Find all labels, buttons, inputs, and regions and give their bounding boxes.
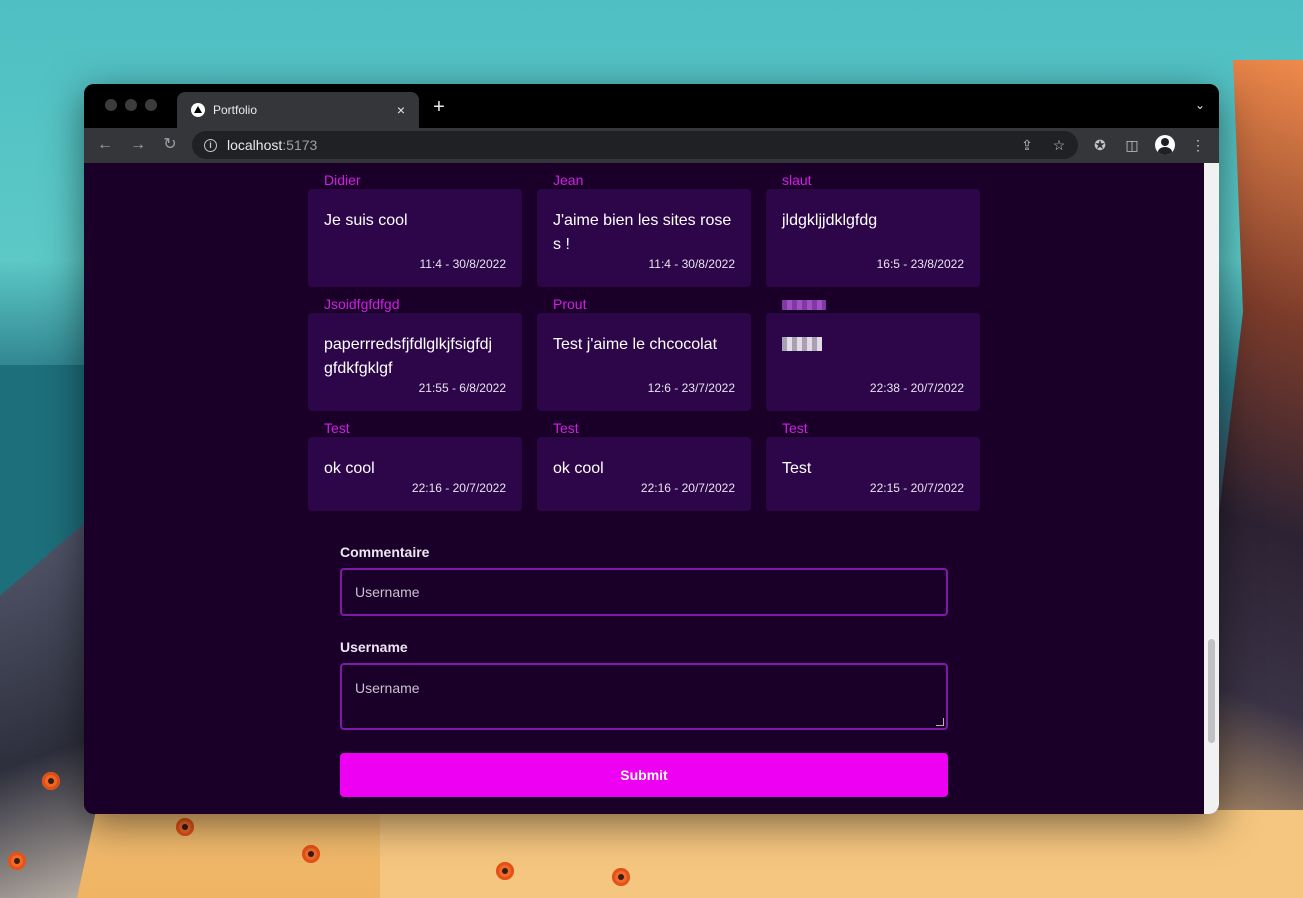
wallpaper-sand [380, 810, 1303, 898]
comment-card-box [537, 313, 751, 411]
tab-title: Portfolio [213, 103, 258, 117]
comment-card: Prout Test j'aime le chcocolat 12:6 - 23… [537, 296, 751, 411]
comment-text: ok cool [324, 460, 375, 477]
comment-time: 21:55 - 6/8/2022 [418, 381, 506, 395]
flower-icon [8, 852, 26, 870]
comment-author: Jean [553, 172, 584, 188]
comment-time: 22:38 - 20/7/2022 [869, 381, 964, 395]
username-placeholder: Username [355, 680, 420, 696]
comment-author: Jsoidfgfdfgd [324, 296, 400, 312]
side-panel-icon[interactable]: ◫ [1123, 136, 1141, 154]
comment-card: 22:38 - 20/7/2022 [766, 300, 980, 411]
flower-icon [496, 862, 514, 880]
username-textarea[interactable]: Username [340, 663, 948, 730]
flower-icon [42, 772, 60, 790]
window-minimize-dot[interactable] [125, 99, 137, 111]
chevron-down-icon[interactable]: ⌄ [1195, 98, 1205, 112]
browser-window: Portfolio × + ⌄ ← → ↻ i localhost :5173 … [84, 84, 1219, 814]
comment-card: Jean J'aime bien les sites rose s ! 11:4… [537, 172, 751, 287]
comment-text: jldgkljjdklgfdg [782, 212, 878, 229]
comment-card: Jsoidfgfdfgd paperrredsfjfdlglkjfsigfdj … [308, 296, 522, 411]
menu-kebab-icon[interactable]: ⋮ [1189, 136, 1207, 154]
flower-icon [612, 868, 630, 886]
comment-author: Test [782, 420, 808, 436]
comment-author: slaut [782, 172, 812, 188]
window-close-dot[interactable] [105, 99, 117, 111]
extensions-icon[interactable]: ✪ [1091, 136, 1109, 154]
star-icon[interactable]: ☆ [1050, 136, 1068, 154]
comment-time: 22:16 - 20/7/2022 [411, 481, 506, 495]
comments-grid: Didier Je suis cool 11:4 - 30/8/2022 Jea… [308, 163, 980, 511]
comment-card-box [766, 313, 980, 411]
favicon-icon [191, 103, 205, 117]
wallpaper-sea [0, 365, 90, 665]
comment-time: 22:15 - 20/7/2022 [869, 481, 964, 495]
comment-time: 12:6 - 23/7/2022 [647, 381, 735, 395]
comment-author: Test [324, 420, 350, 436]
comment-form: Commentaire Username Username Username S… [340, 544, 948, 797]
pixelated-text [782, 337, 822, 351]
comment-text: Je suis cool [324, 212, 408, 229]
info-icon[interactable]: i [204, 138, 217, 152]
window-zoom-dot[interactable] [145, 99, 157, 111]
profile-avatar[interactable] [1155, 135, 1175, 155]
username-label: Username [340, 639, 408, 655]
share-icon[interactable]: ⇪ [1018, 136, 1036, 154]
comment-time: 11:4 - 30/8/2022 [419, 257, 506, 271]
tab-portfolio[interactable]: Portfolio × [177, 92, 419, 128]
comment-time: 16:5 - 23/8/2022 [876, 257, 964, 271]
comment-time: 22:16 - 20/7/2022 [640, 481, 735, 495]
comment-card-box [766, 189, 980, 287]
comment-card: slaut jldgkljjdklgfdg 16:5 - 23/8/2022 [766, 172, 980, 287]
comment-card: Didier Je suis cool 11:4 - 30/8/2022 [308, 172, 522, 287]
comment-text: Test j'aime le chcocolat [553, 336, 718, 353]
forward-arrow-icon[interactable]: → [127, 135, 149, 155]
comment-label: Commentaire [340, 544, 430, 560]
flower-icon [302, 845, 320, 863]
comment-text: paperrredsfjfdlglkjfsigfdj gfdkfgklgf [324, 336, 493, 377]
url-port: :5173 [282, 137, 318, 153]
comment-author: Test [553, 420, 579, 436]
comment-text: ok cool [553, 460, 604, 477]
resize-handle-icon[interactable] [936, 718, 944, 726]
comment-text-redacted [782, 333, 968, 359]
browser-toolbar: ← → ↻ i localhost :5173 ⇪ ☆ ✪ ◫ ⋮ [84, 128, 1219, 163]
comment-time: 11:4 - 30/8/2022 [648, 257, 735, 271]
page-scrollbar[interactable] [1204, 163, 1219, 814]
comment-text: Test [782, 460, 812, 477]
scrollbar-thumb[interactable] [1208, 639, 1215, 743]
tab-bar: Portfolio × + ⌄ [84, 84, 1219, 128]
pixelated-name [782, 300, 826, 310]
page-viewport: Didier Je suis cool 11:4 - 30/8/2022 Jea… [84, 163, 1204, 814]
reload-icon[interactable]: ↻ [159, 135, 181, 155]
url-host: localhost [227, 137, 283, 153]
close-icon[interactable]: × [393, 102, 409, 118]
comment-card: Test ok cool 22:16 - 20/7/2022 [537, 420, 751, 511]
comment-author-redacted [782, 296, 826, 313]
flower-icon [176, 818, 194, 836]
back-arrow-icon[interactable]: ← [94, 135, 116, 155]
comment-card: Test ok cool 22:16 - 20/7/2022 [308, 420, 522, 511]
comment-author: Didier [324, 172, 361, 188]
comment-author: Prout [553, 296, 587, 312]
submit-button[interactable]: Submit [340, 753, 948, 797]
comment-text: J'aime bien les sites rose s ! [553, 212, 732, 253]
address-bar[interactable]: i localhost :5173 ⇪ ☆ [192, 131, 1078, 159]
new-tab-button[interactable]: + [428, 97, 450, 117]
comment-card-box [308, 189, 522, 287]
comment-card: Test Test 22:15 - 20/7/2022 [766, 420, 980, 511]
comment-input[interactable]: Username [340, 568, 948, 616]
